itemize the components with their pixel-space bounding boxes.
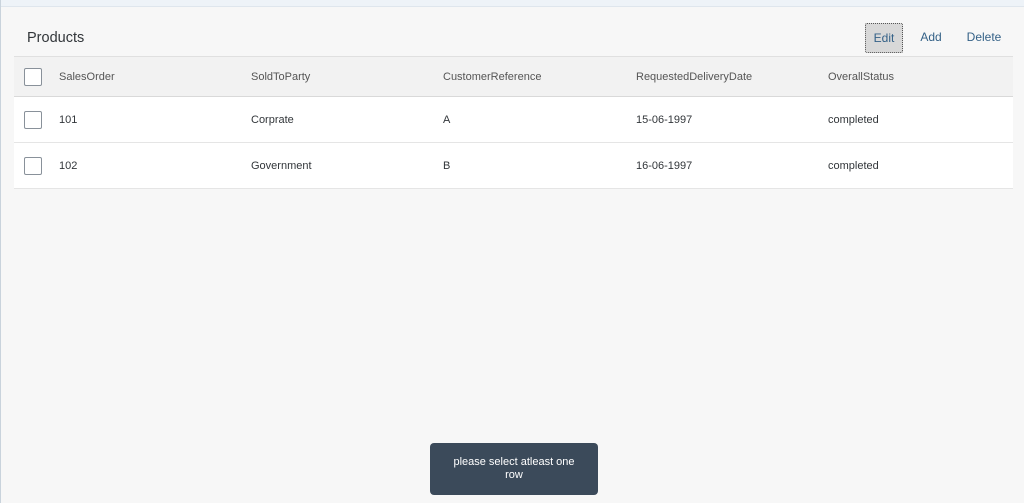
column-header-salesorder[interactable]: SalesOrder — [59, 57, 115, 96]
cell-customerreference: A — [443, 113, 451, 126]
select-all-checkbox[interactable] — [24, 68, 42, 86]
cell-overallstatus: completed — [828, 159, 879, 172]
cell-requesteddeliverydate: 16-06-1997 — [636, 159, 693, 172]
left-edge-border — [0, 0, 1, 503]
cell-requesteddeliverydate: 15-06-1997 — [636, 113, 693, 126]
products-table: SalesOrder SoldToParty CustomerReference… — [14, 57, 1013, 189]
row-checkbox[interactable] — [24, 157, 42, 175]
cell-salesorder: 101 — [59, 113, 78, 126]
column-header-customerreference[interactable]: CustomerReference — [443, 57, 541, 96]
toast-message: please select atleast one row — [430, 443, 598, 495]
add-button[interactable]: Add — [912, 23, 950, 51]
cell-customerreference: B — [443, 159, 451, 172]
table-row[interactable]: 102 Government B 16-06-1997 completed — [14, 143, 1013, 189]
column-header-soldtoparty[interactable]: SoldToParty — [251, 57, 310, 96]
column-header-requesteddeliverydate[interactable]: RequestedDeliveryDate — [636, 57, 752, 96]
row-checkbox[interactable] — [24, 111, 42, 129]
cell-overallstatus: completed — [828, 113, 879, 126]
table-header: SalesOrder SoldToParty CustomerReference… — [14, 57, 1013, 97]
table-row[interactable]: 101 Corprate A 15-06-1997 completed — [14, 97, 1013, 143]
delete-button[interactable]: Delete — [962, 23, 1006, 51]
cell-salesorder: 102 — [59, 159, 78, 172]
edit-button[interactable]: Edit — [865, 23, 903, 53]
cell-soldtoparty: Corprate — [251, 113, 294, 126]
top-strip — [0, 0, 1024, 7]
column-header-overallstatus[interactable]: OverallStatus — [828, 57, 894, 96]
products-toolbar: Products Edit Add Delete — [14, 18, 1013, 57]
cell-soldtoparty: Government — [251, 159, 312, 172]
page-title: Products — [27, 30, 85, 46]
